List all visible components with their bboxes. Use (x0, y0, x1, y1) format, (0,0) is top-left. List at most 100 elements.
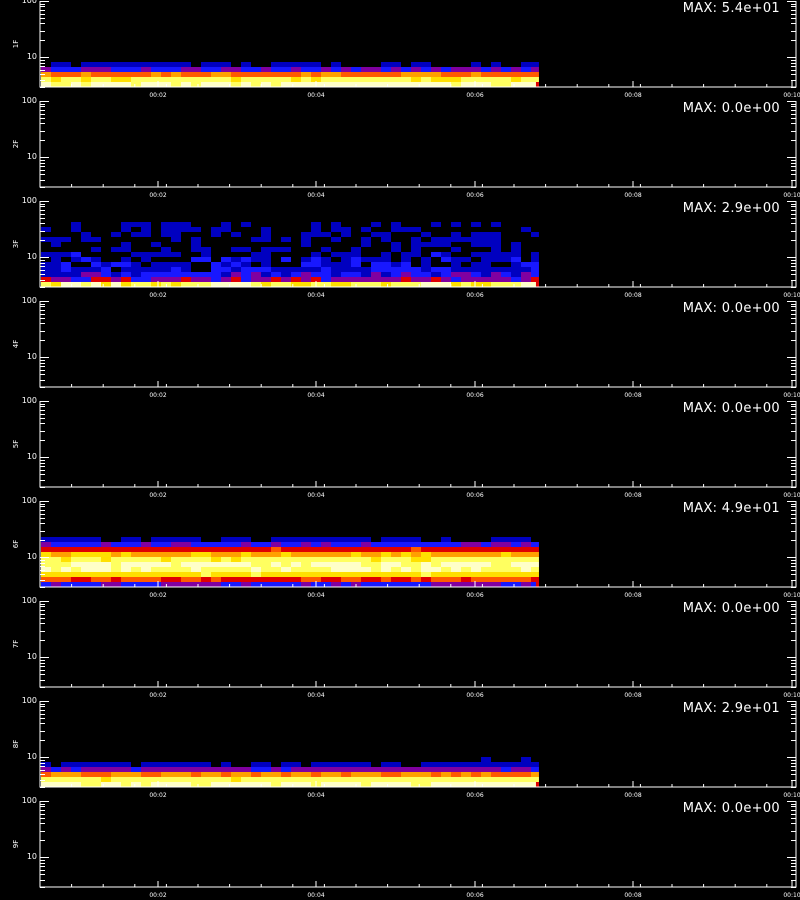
heat-cell (51, 242, 61, 247)
heat-cell (431, 552, 441, 557)
heat-cell (361, 537, 371, 542)
heat-cell (381, 267, 391, 272)
heat-cell (511, 552, 521, 557)
heat-cell (211, 762, 221, 767)
heat-cell (271, 582, 281, 587)
heat-cell (111, 257, 121, 262)
heat-cell (101, 282, 111, 287)
heat-cell (101, 557, 111, 562)
heat-cell (61, 267, 71, 272)
heat-cell (391, 567, 401, 572)
heat-cell (491, 62, 501, 67)
heat-cell (81, 67, 91, 72)
heat-cell (441, 242, 451, 247)
heat-cell (221, 62, 231, 67)
heat-cell (511, 62, 521, 67)
heat-cell (431, 252, 441, 257)
heat-cell (71, 237, 81, 242)
heat-cell (131, 272, 141, 277)
heat-cell (81, 267, 91, 272)
heat-cell (161, 767, 171, 772)
heat-cell (511, 767, 521, 772)
heat-cell (161, 557, 171, 562)
heat-cell (501, 557, 511, 562)
heat-cell (301, 237, 311, 242)
heat-cell (311, 552, 321, 557)
heat-cell (261, 537, 271, 542)
heat-cell (271, 542, 281, 547)
heat-cell (331, 62, 341, 67)
heat-cell (531, 537, 539, 542)
heat-cell (71, 557, 81, 562)
heat-cell (191, 582, 201, 587)
heat-cell (141, 267, 151, 272)
heat-cell (331, 277, 341, 282)
heat-cell (421, 242, 431, 247)
heat-cell (391, 257, 401, 262)
heat-cell (361, 67, 371, 72)
heat-cell (141, 227, 151, 232)
heat-cell (411, 77, 421, 82)
heat-cell (111, 767, 121, 772)
heat-cell (511, 267, 521, 272)
heat-cell (301, 72, 311, 77)
heat-cell (71, 542, 81, 547)
heat-cell (291, 567, 301, 572)
heat-cell (411, 577, 421, 582)
heat-cell (261, 552, 271, 557)
heat-cell (421, 777, 431, 782)
heat-cell (431, 77, 441, 82)
x-tick-label: 00:08 (624, 92, 642, 99)
heat-cell (521, 772, 531, 777)
heat-cell (81, 542, 91, 547)
heat-cell (401, 242, 411, 247)
heat-cell (181, 767, 191, 772)
heat-cell (271, 247, 281, 252)
heat-cell (381, 252, 391, 257)
heat-cell (121, 557, 131, 562)
heat-cell (391, 222, 401, 227)
heat-cell (521, 257, 531, 262)
heat-cell (221, 567, 231, 572)
heat-cell (331, 272, 341, 277)
heat-cell (471, 577, 481, 582)
heat-cell (411, 572, 421, 577)
heat-cell (461, 72, 471, 77)
heat-cell (321, 537, 331, 542)
heat-cell (411, 557, 421, 562)
heat-cell (301, 257, 311, 262)
heat-cell (341, 252, 351, 257)
heat-cell (491, 577, 501, 582)
heat-cell (511, 542, 521, 547)
heat-cell (131, 82, 141, 87)
heat-cell (361, 62, 371, 67)
heat-cell (81, 272, 91, 277)
heat-cell (361, 547, 371, 552)
heat-cell (331, 582, 341, 587)
heat-cell (441, 557, 451, 562)
heat-cell (431, 242, 441, 247)
heat-cell (151, 552, 161, 557)
heat-cell (491, 72, 501, 77)
heat-cell (111, 762, 121, 767)
heat-cell (51, 62, 61, 67)
heat-cell (301, 262, 311, 267)
heat-cell (281, 577, 291, 582)
heat-cell (431, 762, 441, 767)
heat-cell (151, 772, 161, 777)
heat-cell (51, 272, 61, 277)
heat-cell (511, 572, 521, 577)
heat-cell (81, 237, 91, 242)
heat-cell (121, 772, 131, 777)
heat-cell (201, 82, 211, 87)
heat-cell (161, 272, 171, 277)
heat-cell (171, 67, 181, 72)
x-tick-label: 00:04 (307, 792, 325, 799)
heat-cell (401, 252, 411, 257)
heat-cell (211, 562, 221, 567)
x-ticks (39, 181, 793, 187)
heat-cell (271, 777, 281, 782)
heat-cell (121, 567, 131, 572)
heat-cell (91, 767, 101, 772)
x-tick-label: 00:10 (783, 692, 800, 699)
